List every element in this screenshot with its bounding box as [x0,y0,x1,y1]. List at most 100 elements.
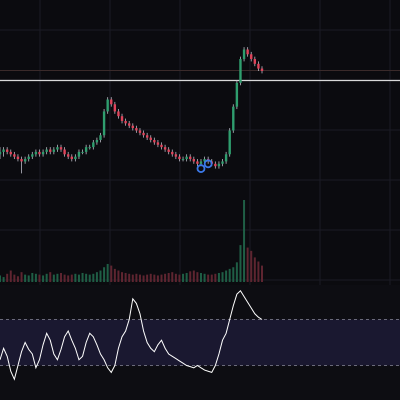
volume-bar [9,270,12,282]
rsi-band [0,319,400,366]
candle-body [0,151,2,155]
volume-bar [221,272,224,282]
volume-bar [124,272,127,282]
candle-body [2,149,5,152]
candle-body [135,128,138,131]
volume-bar [239,245,242,282]
volume-bar [138,274,141,282]
volume-bar [110,265,113,282]
candle-body [92,142,95,148]
candle-body [81,151,84,153]
candle-body [16,156,20,160]
candle-body [160,144,163,148]
volume-bar [67,275,70,282]
volume-bar [56,273,59,282]
volume-bar [106,263,109,282]
candle-body [84,147,88,152]
candle-body [189,156,192,160]
volume-bar [243,200,246,282]
candle-body [102,111,106,136]
candle-body [49,149,52,152]
volume-bar [135,273,138,282]
candle-body [99,135,102,140]
candle-body [20,159,23,162]
candle-body [260,68,264,71]
candle-body [178,156,181,160]
volume-bar [261,265,263,282]
candle-body [9,151,12,155]
candle-body [199,161,203,164]
volume-bar [121,272,124,282]
volume-bar [182,273,185,282]
volume-bar [31,272,34,282]
candle-body [124,120,127,124]
volume-bar [174,273,177,282]
price-chart [0,0,400,400]
volume-bar [63,274,66,282]
candle-body [145,135,149,138]
candle-body [181,159,185,161]
volume-bar [167,272,170,282]
volume-bar [225,270,228,282]
candle-body [156,142,160,145]
candle-body [142,132,145,136]
volume-bar [164,273,167,282]
volume-bar [142,275,145,282]
volume-bar [214,273,217,282]
volume-bar [199,272,202,282]
candle-body [63,149,66,155]
volume-bar [74,273,77,282]
candle-body [250,54,253,60]
candle-body [149,137,152,140]
candle-body [27,156,30,160]
volume-bar [246,247,249,282]
trading-chart [0,0,400,400]
candle-body [110,99,113,105]
candle-body [235,82,239,107]
volume-bar [24,274,27,282]
volume-bar [160,274,163,282]
volume-bar [16,276,19,282]
volume-bar [92,273,95,282]
volume-bar [178,274,181,282]
volume-bar [131,274,134,282]
volume-bar [60,272,63,282]
candle-body [106,99,109,112]
volume-bar [52,274,55,282]
volume-bar [232,267,235,282]
volume-bar [81,272,84,282]
candle-body [59,147,63,150]
candle-body [167,149,170,152]
candle-body [34,151,38,155]
volume-bar [2,277,5,282]
candle-body [138,130,142,133]
candle-body [74,156,77,160]
candle-body [163,147,167,150]
volume-bar [128,273,131,282]
candle-body [217,163,221,167]
candle-body [232,106,235,131]
volume-bar [189,271,192,282]
candle-body [23,159,27,162]
candle-body [253,59,257,64]
candle-body [214,163,217,167]
candle-body [185,156,188,160]
volume-bar [196,272,199,282]
candle-body [113,104,117,112]
volume-bar [149,273,152,282]
candle-body [171,151,174,155]
candle-body [88,147,91,149]
candle-body [246,49,249,55]
volume-bar [156,275,159,282]
volume-bar [45,273,48,282]
candle-body [221,161,224,164]
volume-bar [0,275,1,282]
volume-bar [185,272,188,282]
candle-body [45,149,48,152]
volume-bar [77,274,80,282]
candle-body [196,161,199,164]
volume-bar [210,274,213,282]
candle-body [52,149,56,152]
candle-body [5,149,9,152]
volume-bar [95,272,98,282]
